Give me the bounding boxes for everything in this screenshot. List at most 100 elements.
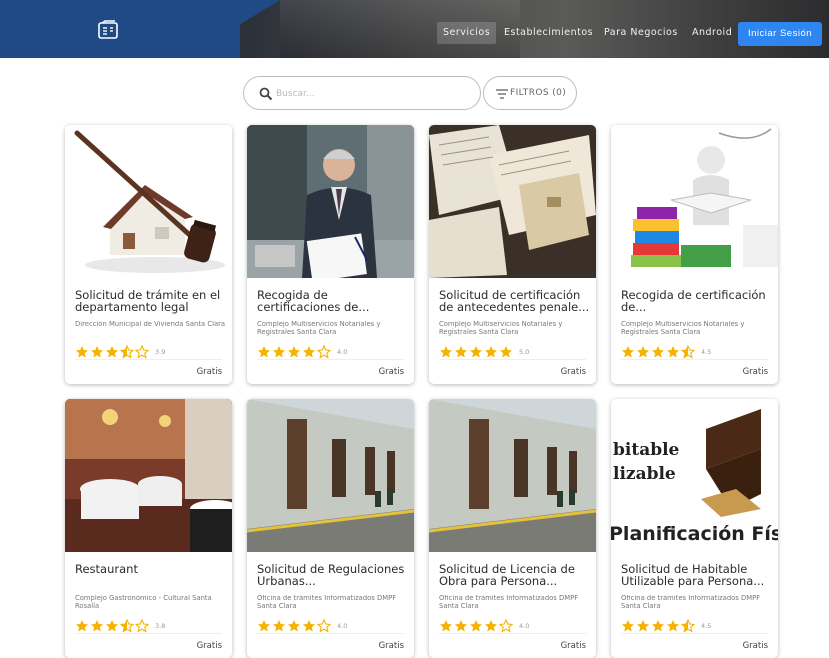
- star-full-icon: [273, 345, 285, 357]
- service-card[interactable]: Solicitud de Licencia de Obra para Perso…: [429, 399, 596, 658]
- rating-value: 5.0: [519, 347, 530, 356]
- card-organization: Complejo Multiservicios Notariales y Reg…: [621, 321, 745, 336]
- star-empty-icon: [135, 344, 149, 359]
- card-organization: Oficina de trámites Informatizados DMPF …: [439, 595, 579, 610]
- star-full-icon: [91, 619, 103, 631]
- star-half-icon: [120, 618, 134, 633]
- card-organization: Complejo Multiservicios Notariales y Reg…: [257, 321, 381, 336]
- star-full-icon: [106, 345, 118, 357]
- star-full-icon: [667, 619, 679, 631]
- service-card[interactable]: Restaurant Complejo Gastronómico - Cultu…: [65, 399, 232, 658]
- filters-button[interactable]: FILTROS (0): [483, 76, 577, 110]
- card-title[interactable]: Recogida de certificación de...: [621, 289, 773, 314]
- card-image-documents: [429, 125, 596, 278]
- nav-android[interactable]: Android: [686, 22, 738, 44]
- star-full-icon: [667, 345, 679, 357]
- star-empty-icon: [317, 344, 331, 359]
- star-empty-icon: [499, 618, 513, 633]
- service-card[interactable]: Recogida de certificación de... Complejo…: [611, 125, 778, 384]
- star-full-icon: [440, 345, 452, 357]
- star-full-icon: [258, 345, 270, 357]
- card-image-planificacion-logo: bitable lizable Planificación Fís: [611, 399, 778, 552]
- card-price: Gratis: [196, 367, 222, 377]
- card-title[interactable]: Solicitud de Habitable Utilizable para P…: [621, 563, 773, 588]
- star-full-icon: [652, 345, 664, 357]
- search-input[interactable]: [276, 85, 466, 103]
- card-title[interactable]: Solicitud de certificación de antecedent…: [439, 289, 591, 314]
- star-rating: 3.8: [75, 615, 165, 633]
- service-card[interactable]: Recogida de certificaciones de... Comple…: [247, 125, 414, 384]
- card-organization: Dirección Municipal de Vivienda Santa Cl…: [75, 321, 226, 328]
- card-price: Gratis: [378, 367, 404, 377]
- search-box[interactable]: [243, 76, 481, 110]
- nav-servicios[interactable]: Servicios: [437, 22, 497, 44]
- star-full-icon: [637, 619, 649, 631]
- rating-value: 4.0: [337, 347, 348, 356]
- star-full-icon: [273, 619, 285, 631]
- rating-value: 4.5: [701, 621, 712, 630]
- star-full-icon: [91, 345, 103, 357]
- image-text-planificacion: Planificación Fís: [611, 523, 778, 545]
- star-full-icon: [485, 619, 497, 631]
- star-half-icon: [681, 344, 695, 359]
- search-icon: [259, 87, 273, 101]
- card-price: Gratis: [560, 641, 586, 651]
- service-card[interactable]: Solicitud de certificación de antecedent…: [429, 125, 596, 384]
- card-title[interactable]: Restaurant: [75, 563, 227, 588]
- star-half-icon: [120, 344, 134, 359]
- star-empty-icon: [135, 618, 149, 633]
- rating-value: 4.0: [337, 621, 348, 630]
- rating-value: 3.9: [155, 347, 166, 356]
- star-rating: 3.9: [75, 341, 166, 359]
- card-divider: [621, 359, 768, 360]
- star-full-icon: [622, 619, 634, 631]
- nav-para-negocios[interactable]: Para Negocios: [598, 22, 684, 44]
- rating-value: 4.0: [519, 621, 530, 630]
- rating-value: 4.5: [701, 347, 712, 356]
- star-rating: 4.0: [257, 615, 348, 633]
- card-organization: Complejo Gastronómico - Cultural Santa R…: [75, 595, 212, 610]
- card-divider: [621, 633, 768, 634]
- card-organization: Oficina de trámites Informatizados DMPF …: [257, 595, 397, 610]
- star-full-icon: [622, 345, 634, 357]
- filters-label: FILTROS (0): [510, 88, 567, 98]
- nav-establecimientos[interactable]: Establecimientos: [498, 22, 599, 44]
- star-full-icon: [455, 345, 467, 357]
- star-full-icon: [288, 619, 300, 631]
- card-price: Gratis: [742, 641, 768, 651]
- main-nav: Servicios Establecimientos Para Negocios…: [0, 22, 829, 44]
- card-divider: [257, 359, 404, 360]
- card-image-restaurant: [65, 399, 232, 552]
- login-button[interactable]: Iniciar Sesión: [738, 22, 822, 46]
- star-rating: 5.0: [439, 341, 529, 357]
- card-divider: [439, 359, 586, 360]
- star-full-icon: [470, 619, 482, 631]
- star-full-icon: [455, 619, 467, 631]
- card-divider: [439, 633, 586, 634]
- star-half-icon: [681, 618, 695, 633]
- card-title[interactable]: Solicitud de trámite en el departamento …: [75, 289, 227, 314]
- service-card[interactable]: Solicitud de trámite en el departamento …: [65, 125, 232, 384]
- card-divider: [75, 633, 222, 634]
- star-full-icon: [303, 619, 315, 631]
- card-image-building: [429, 399, 596, 552]
- star-full-icon: [303, 345, 315, 357]
- filter-icon: [496, 89, 508, 99]
- star-full-icon: [76, 345, 88, 357]
- service-card[interactable]: bitable lizable Planificación Fís Solici…: [611, 399, 778, 658]
- star-full-icon: [637, 345, 649, 357]
- star-full-icon: [500, 345, 512, 357]
- card-title[interactable]: Recogida de certificaciones de...: [257, 289, 409, 314]
- star-full-icon: [652, 619, 664, 631]
- star-full-icon: [288, 345, 300, 357]
- card-price: Gratis: [196, 641, 222, 651]
- star-full-icon: [258, 619, 270, 631]
- card-title[interactable]: Solicitud de Licencia de Obra para Perso…: [439, 563, 591, 588]
- card-image-house-gavel: [65, 125, 232, 278]
- card-price: Gratis: [378, 641, 404, 651]
- star-empty-icon: [317, 618, 331, 633]
- star-rating: 4.0: [439, 615, 530, 633]
- card-divider: [75, 359, 222, 360]
- service-card[interactable]: Solicitud de Regulaciones Urbanas... Ofi…: [247, 399, 414, 658]
- card-title[interactable]: Solicitud de Regulaciones Urbanas...: [257, 563, 409, 588]
